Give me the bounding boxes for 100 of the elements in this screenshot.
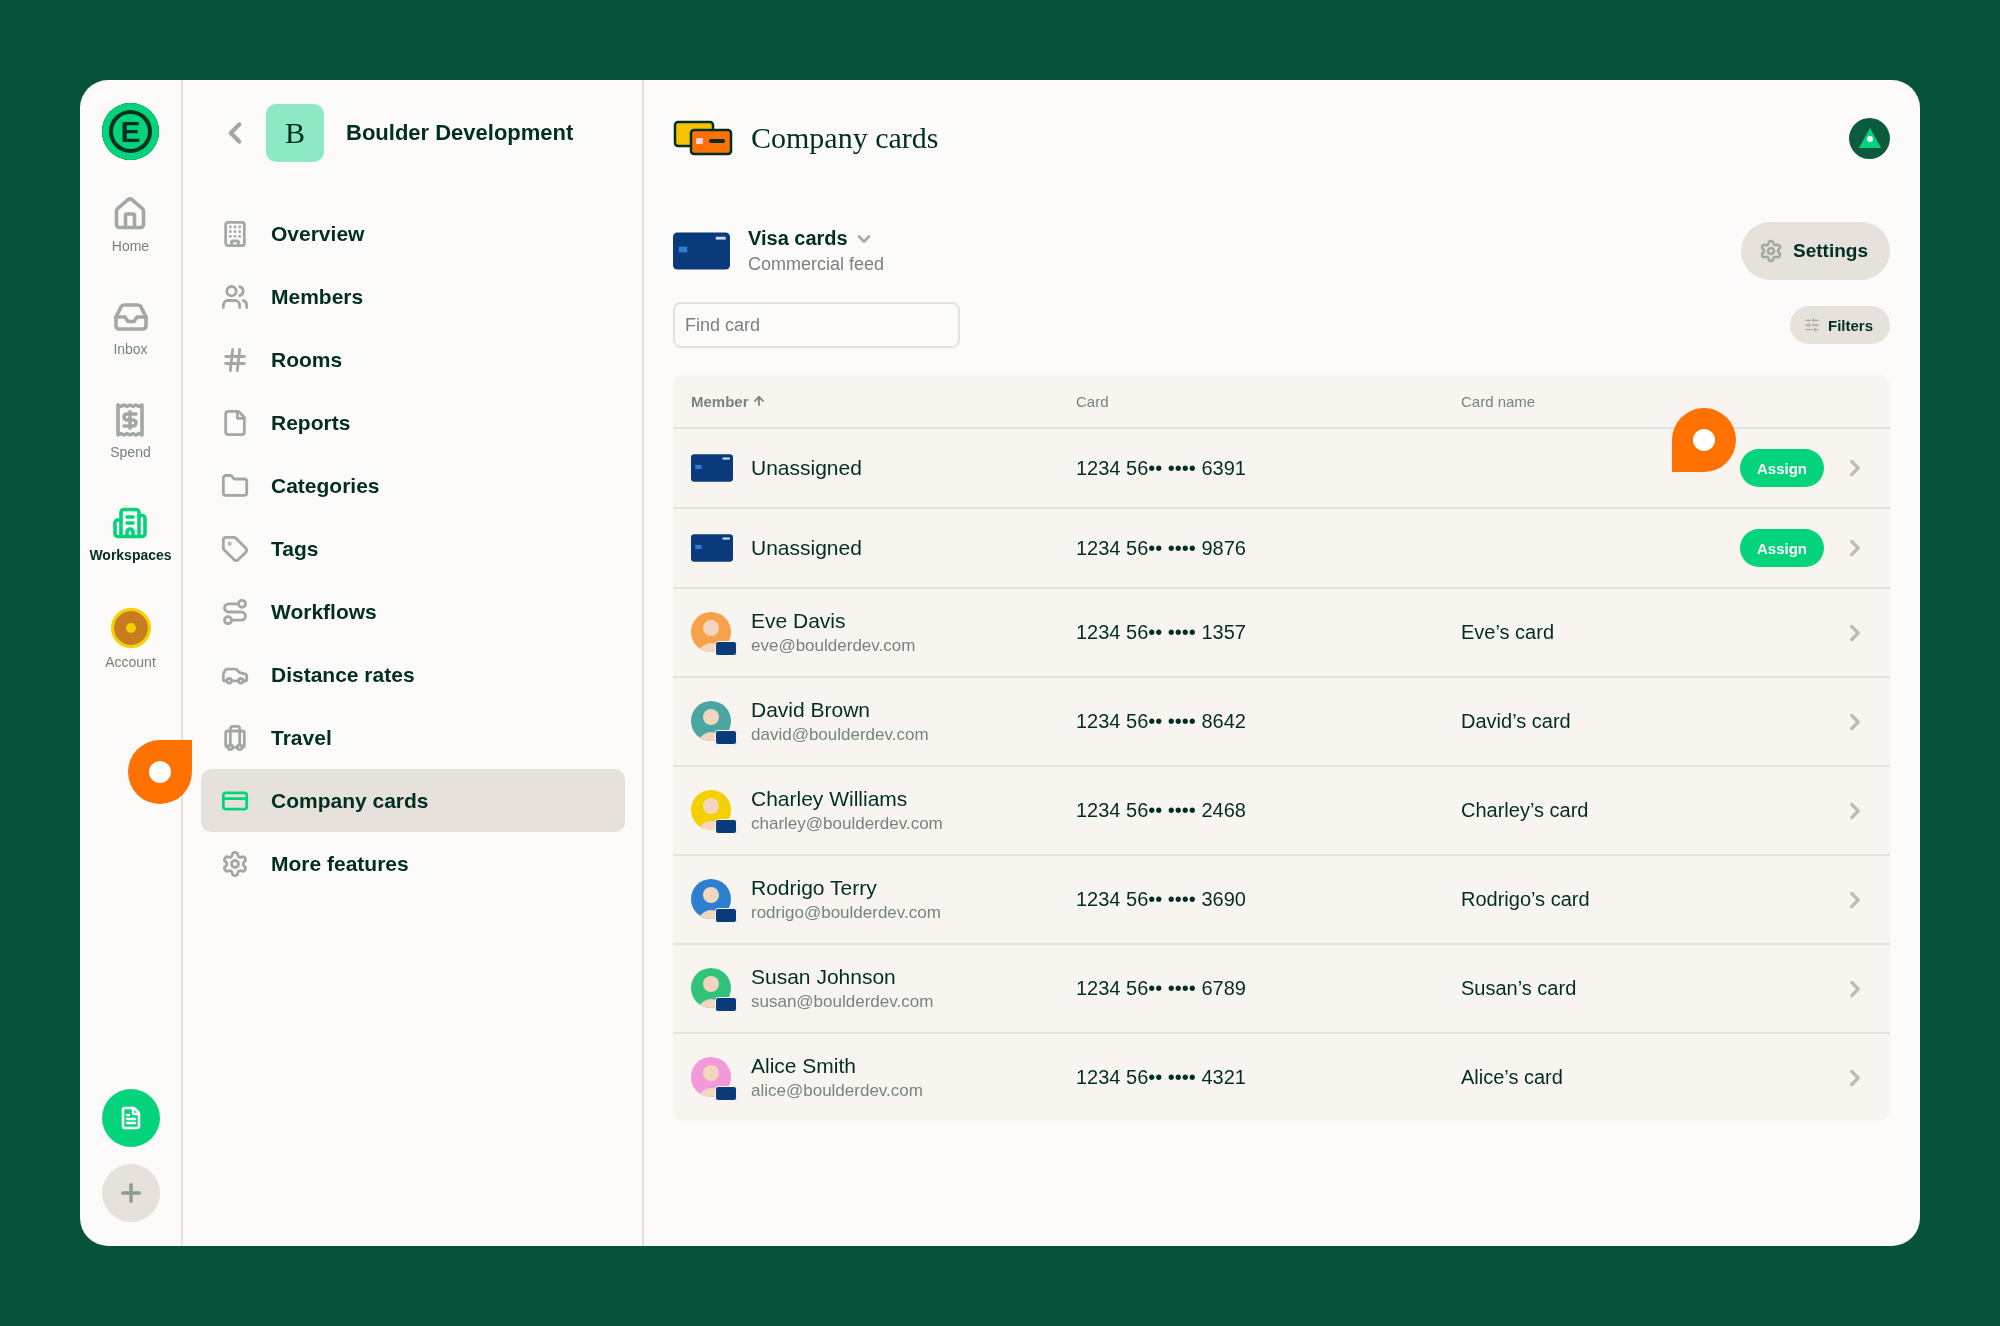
card-name: Eve’s card [1461, 621, 1555, 644]
route-icon [221, 597, 249, 626]
member-name: Unassigned [751, 536, 862, 560]
card-icon [691, 534, 733, 562]
nav-label: Reports [271, 410, 351, 435]
hotspot-marker[interactable] [128, 740, 192, 804]
nav-label: Tags [271, 536, 319, 561]
member-email: david@boulderdev.com [751, 725, 929, 745]
table-row[interactable]: David Brown david@boulderdev.com 1234 56•• •••• 8642 David’s card [673, 676, 1890, 765]
table-row[interactable]: Charley Williams charley@boulderdev.com 1234 56•• •••• 2468 Charley’s card [673, 765, 1890, 854]
card-badge-icon [715, 996, 737, 1012]
cards-icon [673, 120, 733, 156]
member-email: alice@boulderdev.com [751, 1081, 923, 1101]
feed-selector[interactable]: Visa cards [748, 227, 885, 250]
rail-item[interactable]: Workspaces [89, 501, 172, 604]
table-row[interactable]: Alice Smith alice@boulderdev.com 1234 56•• •••• 4321 Alice’s card [673, 1032, 1890, 1121]
rail-label: Spend [110, 444, 151, 460]
card-badge-icon [715, 818, 737, 834]
nav-label: Overview [271, 221, 365, 246]
filters-button[interactable]: Filters [1790, 306, 1890, 344]
card-name: Rodrigo’s card [1461, 888, 1591, 911]
user-avatar[interactable] [1849, 117, 1890, 159]
rail-item[interactable]: Spend [110, 398, 151, 501]
nav-item[interactable]: Members [201, 265, 625, 328]
column-header[interactable]: Card name [1461, 392, 1868, 410]
card-number: 1234 56•• •••• 6391 [1076, 456, 1247, 480]
app-logo[interactable]: E [102, 103, 159, 160]
card-badge-icon [715, 729, 737, 745]
account-avatar [110, 608, 151, 648]
nav-label: Rooms [271, 347, 343, 372]
card-name: Charley’s card [1461, 799, 1590, 822]
card-badge-icon [715, 1085, 737, 1101]
folder-icon [221, 471, 249, 500]
member-name: Rodrigo Terry [751, 876, 878, 900]
nav-item[interactable]: Tags [201, 517, 625, 580]
building-icon [221, 219, 249, 248]
workspace-name: Boulder Development [346, 120, 574, 146]
nav-item[interactable]: Company cards [201, 769, 625, 832]
table-row[interactable]: Rodrigo Terry rodrigo@boulderdev.com 1234 56•• •••• 3690 Rodrigo’s card [673, 854, 1890, 943]
page-title: Company cards [751, 121, 939, 155]
new-expense-button[interactable] [101, 1089, 160, 1147]
card-number: 1234 56•• •••• 3690 [1076, 888, 1247, 911]
member-email: rodrigo@boulderdev.com [751, 903, 941, 923]
card-number: 1234 56•• •••• 4321 [1076, 1066, 1247, 1089]
nav-item[interactable]: Overview [201, 202, 625, 265]
settings-icon [1759, 239, 1784, 263]
nav-label: Members [271, 284, 364, 309]
member-email: susan@boulderdev.com [751, 992, 934, 1012]
document-icon [221, 408, 249, 437]
member-name: Susan Johnson [751, 965, 897, 989]
card-number: 1234 56•• •••• 8642 [1076, 710, 1247, 733]
search-field[interactable]: Find card [673, 302, 960, 348]
table-row[interactable]: Susan Johnson susan@boulderdev.com 1234 56•• •••• 6789 Susan’s card [673, 943, 1890, 1032]
member-name: Charley Williams [751, 787, 909, 811]
feed-subtitle: Commercial feed [748, 254, 885, 275]
card-name: David’s card [1461, 710, 1572, 733]
nav-item[interactable]: Distance rates [201, 643, 625, 706]
nav-item[interactable]: Reports [201, 391, 625, 454]
table-row[interactable]: Unassigned 1234 56•• •••• 9876 Assign [673, 507, 1890, 587]
tag-icon [221, 534, 249, 563]
rail-label: Inbox [113, 341, 148, 357]
people-icon [221, 282, 249, 311]
building-icon [112, 505, 149, 541]
rail-item[interactable]: Account [105, 604, 156, 707]
card-number: 1234 56•• •••• 1357 [1076, 621, 1247, 644]
nav-label: Workflows [271, 599, 377, 624]
member-name: Alice Smith [751, 1054, 858, 1078]
table-row[interactable]: Eve Davis eve@boulderdev.com 1234 56•• •••• 1357 Eve’s card [673, 587, 1890, 676]
card-name: Susan’s card [1461, 977, 1578, 1000]
nav-label: Company cards [271, 788, 429, 813]
card-icon [673, 232, 730, 270]
settings-button[interactable]: Settings [1741, 222, 1890, 280]
rail-item[interactable]: Home [111, 192, 150, 295]
nav-item[interactable]: Travel [201, 706, 625, 769]
card-name: Alice’s card [1461, 1066, 1564, 1089]
nav-label: More features [271, 851, 409, 876]
column-header[interactable]: Card [1076, 392, 1461, 410]
gear-icon [221, 849, 249, 878]
card-badge-icon [715, 640, 737, 656]
nav-label: Categories [271, 473, 380, 498]
hash-icon [221, 345, 249, 374]
luggage-icon [221, 723, 249, 752]
filter-icon [1804, 317, 1820, 333]
nav-item[interactable]: Categories [201, 454, 625, 517]
nav-label: Travel [271, 725, 332, 750]
nav-label: Distance rates [271, 662, 415, 687]
nav-item[interactable]: Rooms [201, 328, 625, 391]
rail-item[interactable]: Inbox [112, 295, 149, 398]
member-email: charley@boulderdev.com [751, 814, 943, 834]
card-number: 1234 56•• •••• 6789 [1076, 977, 1247, 1000]
rail-label: Workspaces [89, 547, 172, 563]
column-header[interactable]: Member [691, 392, 1076, 410]
rail-label: Account [105, 654, 156, 670]
member-name: David Brown [751, 698, 872, 722]
workspace-avatar: B [266, 104, 324, 162]
nav-item[interactable]: Workflows [201, 580, 625, 643]
card-icon [691, 454, 733, 482]
member-name: Unassigned [751, 456, 862, 480]
card-number: 1234 56•• •••• 2468 [1076, 799, 1247, 822]
nav-item[interactable]: More features [201, 832, 625, 895]
